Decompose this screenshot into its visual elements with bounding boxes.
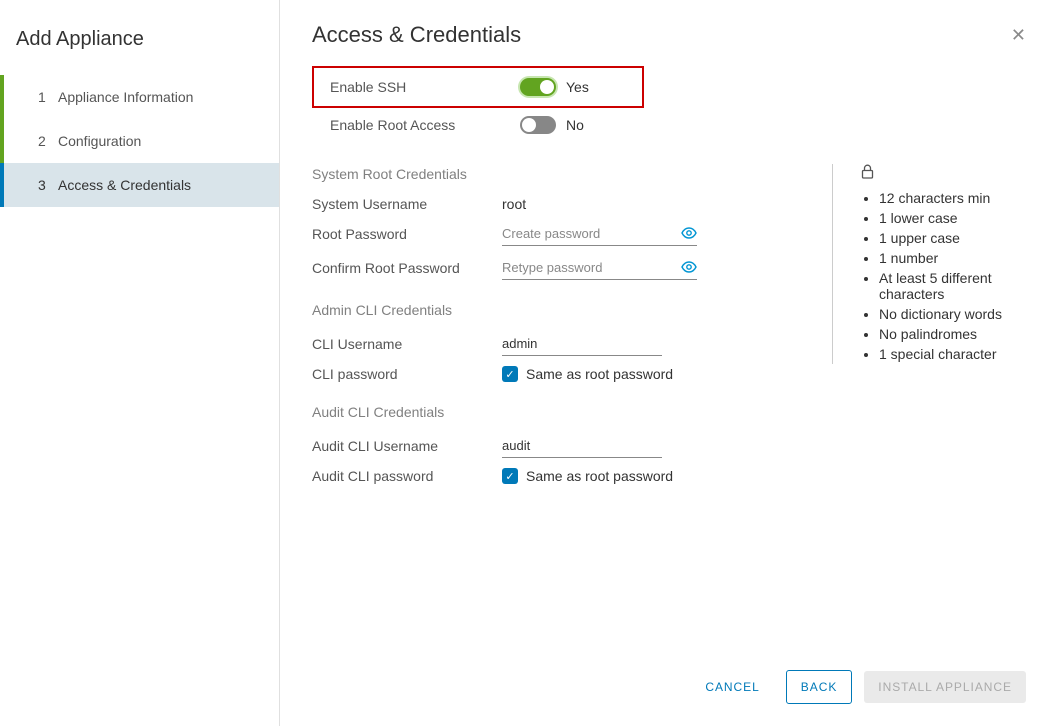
page-title: Access & Credentials [312, 22, 521, 48]
step-number: 1 [38, 89, 58, 105]
audit-cli-section-title: Audit CLI Credentials [312, 404, 832, 420]
enable-root-access-label: Enable Root Access [330, 117, 520, 133]
cli-username-input[interactable] [502, 332, 662, 356]
password-rule: No palindromes [879, 324, 1026, 344]
step-label: Appliance Information [58, 89, 193, 105]
enable-ssh-label: Enable SSH [330, 79, 520, 95]
step-label: Access & Credentials [58, 177, 191, 193]
password-rule: 1 upper case [879, 228, 1026, 248]
root-password-label: Root Password [312, 226, 502, 242]
eye-icon[interactable] [681, 260, 697, 276]
eye-icon[interactable] [681, 226, 697, 242]
system-root-section-title: System Root Credentials [312, 166, 832, 182]
enable-ssh-toggle[interactable] [520, 78, 556, 96]
lock-icon [861, 164, 1026, 182]
confirm-root-password-input[interactable] [502, 256, 681, 279]
cancel-button[interactable]: CANCEL [691, 671, 773, 703]
step-configuration[interactable]: 2 Configuration [0, 119, 279, 163]
audit-cli-username-input[interactable] [502, 434, 662, 458]
cli-same-as-root-checkbox[interactable]: ✓ [502, 366, 518, 382]
back-button[interactable]: BACK [786, 670, 853, 704]
cli-same-as-root-label: Same as root password [526, 366, 673, 382]
system-username-label: System Username [312, 196, 502, 212]
enable-ssh-highlight: Enable SSH Yes [312, 66, 644, 108]
confirm-root-password-label: Confirm Root Password [312, 260, 502, 276]
wizard-title: Add Appliance [0, 18, 279, 75]
step-number: 2 [38, 133, 58, 149]
password-rule: 1 special character [879, 344, 1026, 364]
audit-same-as-root-checkbox[interactable]: ✓ [502, 468, 518, 484]
step-appliance-information[interactable]: 1 Appliance Information [0, 75, 279, 119]
step-access-credentials[interactable]: 3 Access & Credentials [0, 163, 279, 207]
password-rule: 1 lower case [879, 208, 1026, 228]
password-rule: 12 characters min [879, 188, 1026, 208]
password-rule: 1 number [879, 248, 1026, 268]
cli-username-label: CLI Username [312, 336, 502, 352]
step-number: 3 [38, 177, 58, 193]
content-area: Enable SSH Yes Enable Root Access No Sys… [312, 66, 1026, 652]
system-username-value: root [502, 196, 526, 212]
audit-cli-username-label: Audit CLI Username [312, 438, 502, 454]
enable-ssh-state: Yes [566, 79, 589, 95]
install-appliance-button[interactable]: INSTALL APPLIANCE [864, 671, 1026, 703]
cli-password-label: CLI password [312, 366, 502, 382]
step-label: Configuration [58, 133, 141, 149]
main-panel: Access & Credentials ✕ Enable SSH Yes En… [280, 0, 1058, 726]
enable-root-access-state: No [566, 117, 584, 133]
password-rule: No dictionary words [879, 304, 1026, 324]
audit-cli-password-label: Audit CLI password [312, 468, 502, 484]
root-password-input[interactable] [502, 222, 681, 245]
admin-cli-section-title: Admin CLI Credentials [312, 302, 832, 318]
close-icon[interactable]: ✕ [1011, 26, 1026, 44]
enable-root-access-toggle[interactable] [520, 116, 556, 134]
password-rules-panel: 12 characters min 1 lower case 1 upper c… [832, 164, 1026, 364]
footer: CANCEL BACK INSTALL APPLIANCE [312, 652, 1026, 726]
step-list: 1 Appliance Information 2 Configuration … [0, 75, 279, 207]
audit-same-as-root-label: Same as root password [526, 468, 673, 484]
password-rule: At least 5 different characters [879, 268, 1026, 304]
sidebar: Add Appliance 1 Appliance Information 2 … [0, 0, 280, 726]
